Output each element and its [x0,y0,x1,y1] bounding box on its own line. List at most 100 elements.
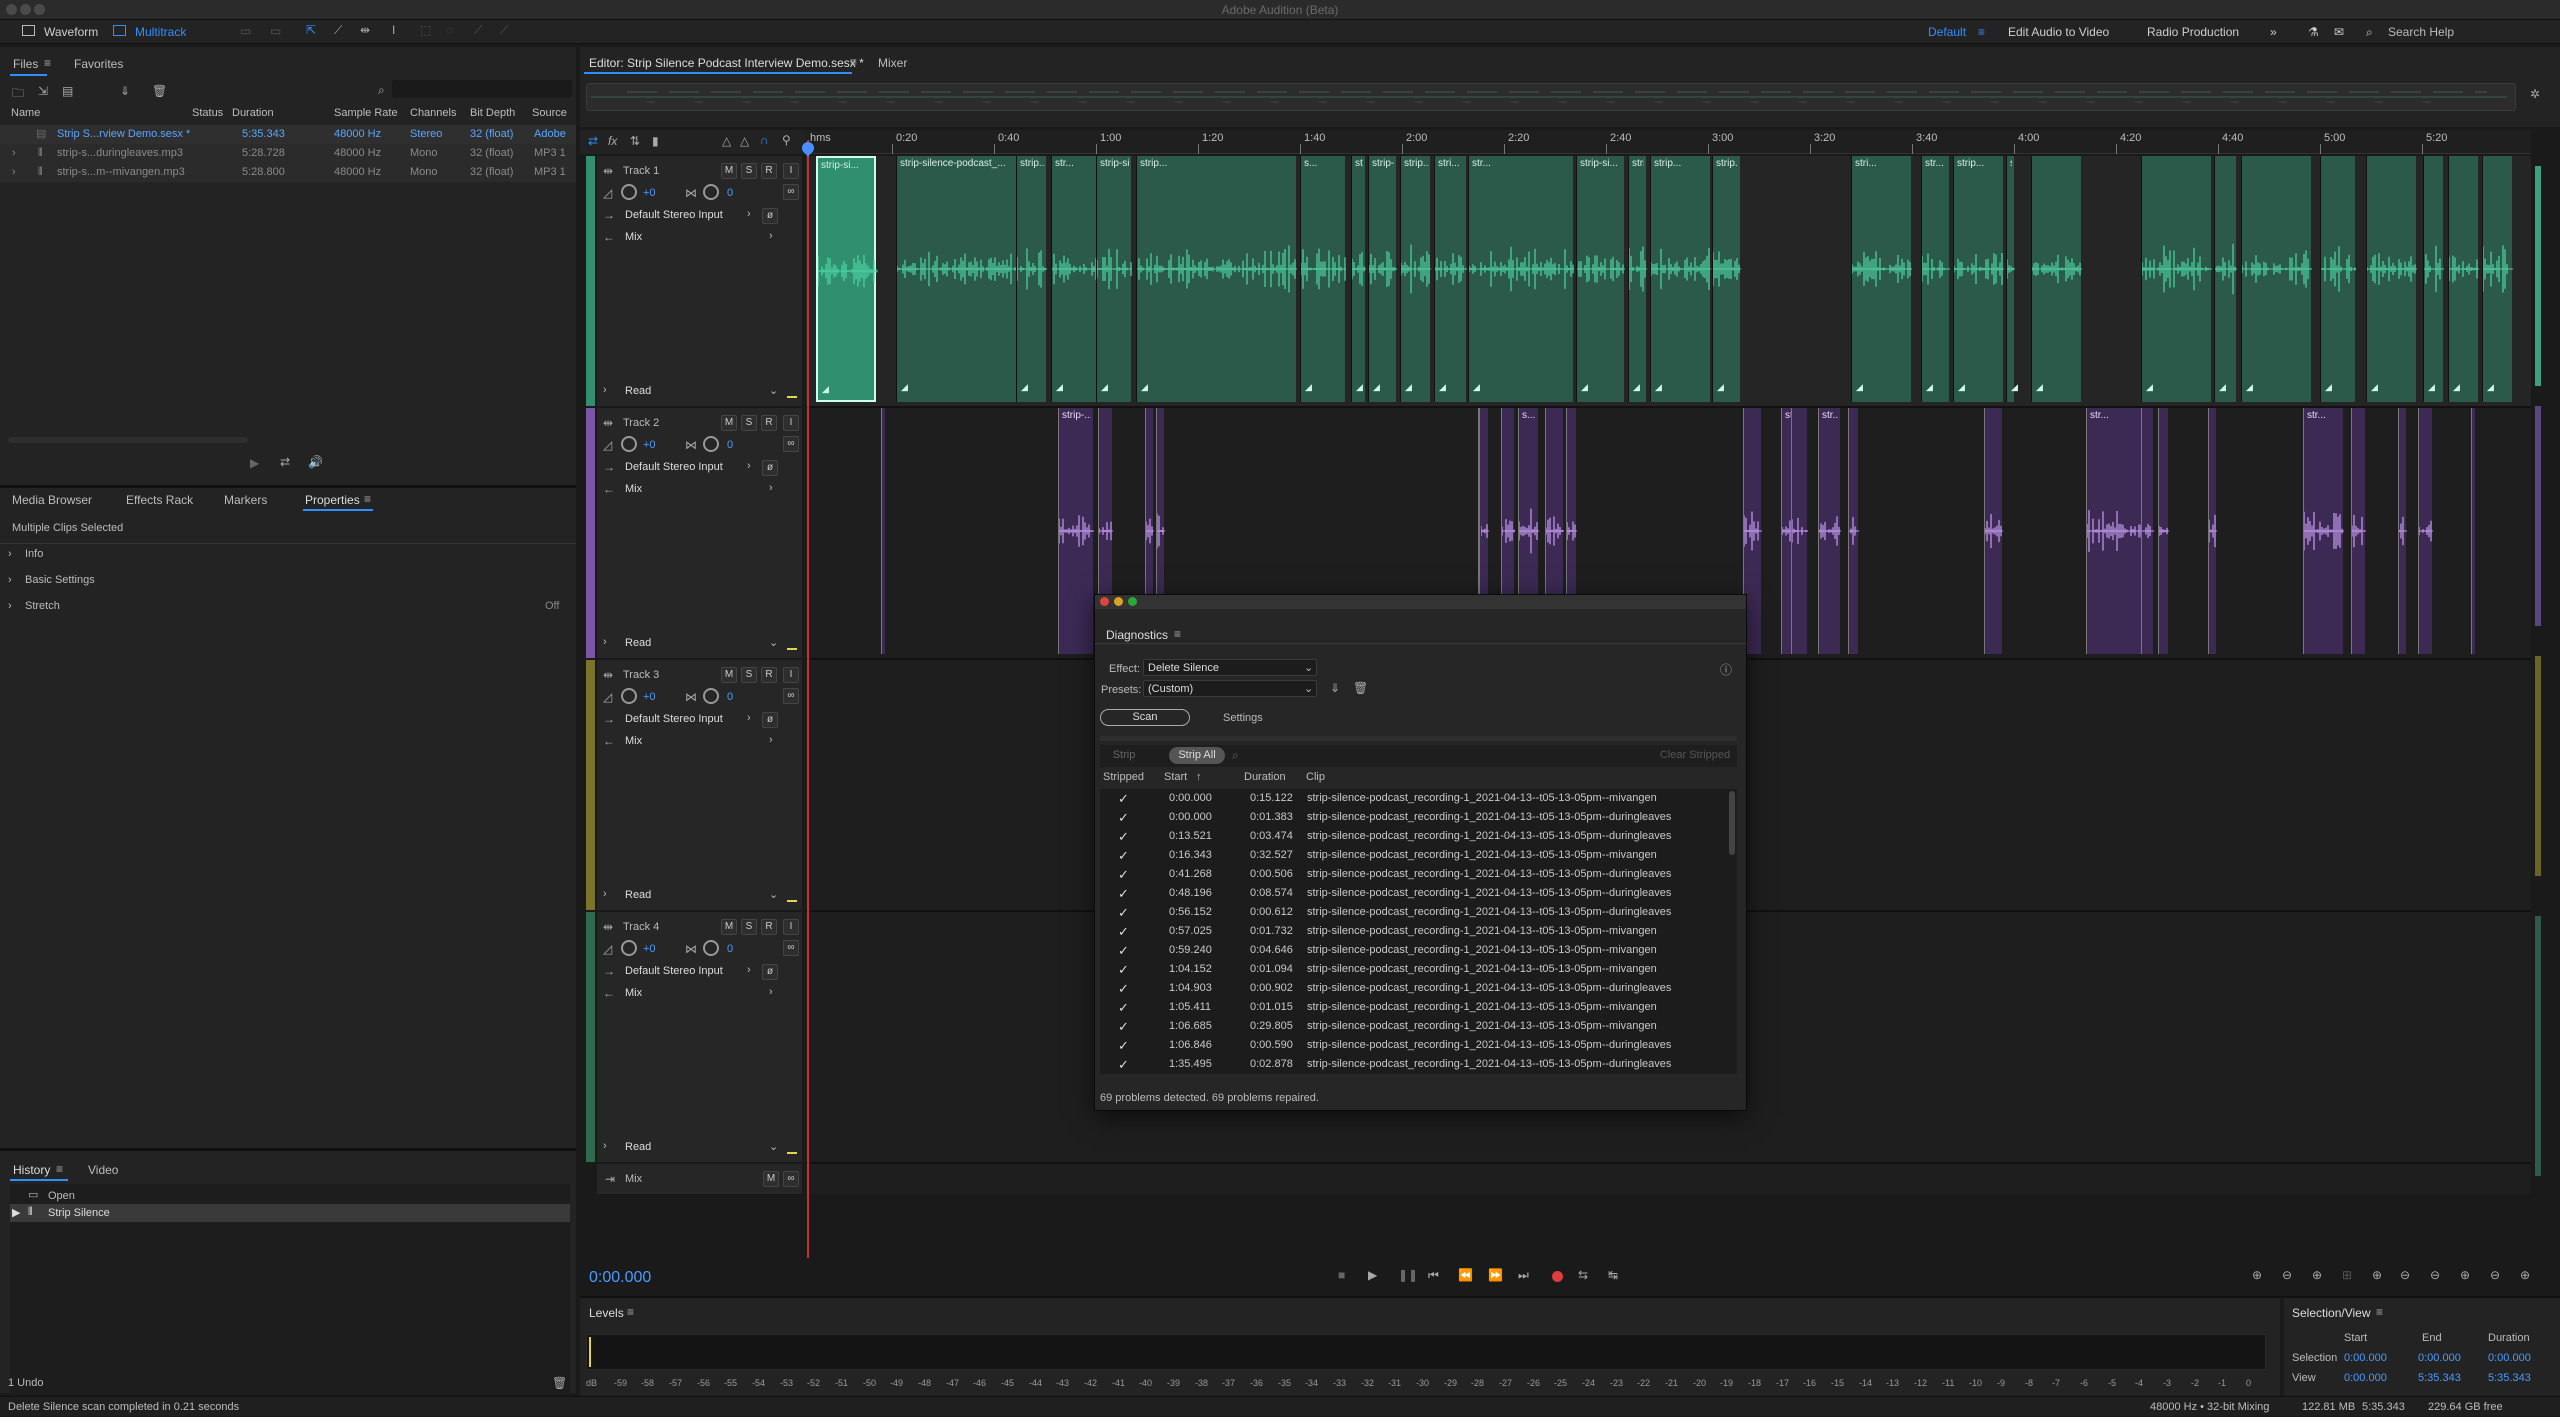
zoom-in-amplitude-icon[interactable]: ⊕ [2252,1268,2262,1282]
audio-clip[interactable]: str... [2086,408,2142,654]
monitor-input-button[interactable]: I [783,667,799,683]
zoom-selection-icon[interactable]: ⊞ [2342,1268,2352,1282]
stereo-link-button[interactable]: ∞ [783,436,799,452]
workspace-radio-production[interactable]: Radio Production [2147,23,2239,41]
check-icon[interactable]: ✓ [1118,1036,1129,1055]
selview-menu-icon[interactable]: ≡ [2376,1305,2383,1319]
tab-markers[interactable]: Markers [224,493,267,507]
editor-menu-icon[interactable]: ≡ [850,55,857,69]
files-scrollbar[interactable] [8,437,248,443]
time-ruler[interactable]: hms 0:20 0:40 1:00 1:20 1:40 2:00 2:20 2:40 3:00 3… [806,130,2531,154]
audio-clip[interactable]: strip... ◢ [1650,156,1711,402]
scan-tab[interactable]: Scan [1100,709,1190,726]
slip-tool-icon[interactable]: ⇹ [360,23,370,37]
feedback-icon[interactable]: ✉ [2334,23,2344,41]
audio-clip[interactable]: ◢ [2241,156,2312,402]
loop-button[interactable]: ⇆ [1578,1268,1588,1282]
table-row[interactable]: ✓ 1:06.846 0:00.590 strip-silence-podcast_r… [1100,1036,1737,1055]
tab-history[interactable]: History [13,1163,50,1177]
input-select[interactable]: Default Stereo Input [625,965,723,977]
automation-mode[interactable]: Read [625,637,651,649]
table-row[interactable]: ✓ 0:48.196 0:08.574 strip-silence-podcast_r… [1100,884,1737,903]
check-icon[interactable]: ✓ [1118,998,1129,1017]
section-info[interactable]: Info [25,548,43,560]
audio-clip[interactable]: ◢ [2448,156,2479,402]
zoom-reset-icon[interactable]: ⊕ [2520,1268,2530,1282]
levels-menu-icon[interactable]: ≡ [627,1305,634,1319]
strip-button[interactable]: Strip [1104,747,1144,764]
diagnostics-menu-icon[interactable]: ≡ [1174,627,1181,641]
workspace-menu-icon[interactable]: ≡ [1978,23,1985,41]
solo-button[interactable]: S [741,919,757,935]
audio-clip[interactable]: strip-si... ◢ [816,156,878,402]
next-button[interactable]: ⏭ [1518,1268,1529,1283]
tab-media-browser[interactable]: Media Browser [12,493,92,507]
audio-clip[interactable]: stri... ◢ [1434,156,1467,402]
delete-preset-icon[interactable]: 🗑 [1353,681,1368,695]
audio-clip[interactable] [1848,408,1859,654]
expand-track-icon[interactable]: › [603,888,607,900]
stereo-link-button[interactable]: ∞ [783,940,799,956]
monitor-input-button[interactable]: I [783,415,799,431]
check-icon[interactable]: ✓ [1118,941,1129,960]
pan-value[interactable]: 0 [727,691,733,703]
track-grip-icon[interactable]: ⇹ [603,416,613,430]
audio-clip[interactable]: ◢ [2482,156,2513,402]
brush-tool-icon[interactable]: ⟋ [474,23,482,38]
more-workspaces-button[interactable]: » [2270,23,2277,41]
stereo-link-button[interactable]: ∞ [783,688,799,704]
automation-mode[interactable]: Read [625,889,651,901]
phase-invert-button[interactable]: ø [762,712,778,728]
volume-knob[interactable] [621,436,637,452]
pan-knob[interactable] [703,688,719,704]
check-icon[interactable]: ✓ [1118,827,1129,846]
check-icon[interactable]: ✓ [1118,960,1129,979]
info-icon[interactable]: ⓘ [1720,661,1732,678]
expand-track-icon[interactable]: › [603,1140,607,1152]
check-icon[interactable]: ✓ [1118,1017,1129,1036]
section-stretch[interactable]: Stretch [25,600,60,612]
pause-button[interactable]: ❚❚ [1398,1268,1418,1282]
audio-clip[interactable] [2418,408,2433,654]
monitor-input-button[interactable]: I [783,919,799,935]
automation-mode[interactable]: Read [625,1141,651,1153]
record-arm-button[interactable]: R [761,919,777,935]
tab-effects-rack[interactable]: Effects Rack [126,493,193,507]
check-icon[interactable]: ✓ [1118,922,1129,941]
pan-value[interactable]: 0 [727,187,733,199]
volume-value[interactable]: +0 [643,691,656,703]
track-name[interactable]: Track 4 [623,921,659,933]
time-selection-tool-icon[interactable]: I [392,23,395,37]
stereo-link-button[interactable]: ∞ [783,184,799,200]
audio-clip[interactable]: str... ◢ [1468,156,1574,402]
audio-clip[interactable] [2471,408,2475,654]
table-row[interactable]: › ⫴ strip-s...duringleaves.mp3 5:28.728 4… [0,144,576,163]
marker-icon[interactable]: ⚲ [782,133,791,147]
properties-menu-icon[interactable]: ≡ [364,492,371,506]
track-name[interactable]: Track 1 [623,165,659,177]
zoom-out-playhead-icon[interactable]: ⊖ [2490,1268,2500,1282]
col-source[interactable]: Source [532,107,567,119]
table-row[interactable]: ▤ Strip S...rview Demo.sesx * 5:35.343 4… [0,125,576,144]
presets-dropdown[interactable]: (Custom) ⌄ [1143,680,1317,697]
input-select[interactable]: Default Stereo Input [625,713,723,725]
table-row[interactable]: ✓ 1:04.152 0:01.094 strip-silence-podcast_r… [1100,960,1737,979]
audio-clip[interactable] [2208,408,2217,654]
check-icon[interactable]: ✓ [1118,903,1129,922]
table-row[interactable]: ✓ 1:04.903 0:00.902 strip-silence-podcast_r… [1100,979,1737,998]
output-select[interactable]: Mix [625,231,642,243]
audio-clip[interactable]: str... ◢ [1921,156,1950,402]
audio-clip[interactable] [1984,408,2003,654]
col-clip[interactable]: Clip [1306,771,1325,783]
audio-clip[interactable] [881,408,885,654]
audio-clip[interactable]: strip... ◢ [1136,156,1297,402]
stop-button[interactable]: ■ [1338,1268,1345,1282]
multitrack-mode-button[interactable]: Multitrack [129,23,192,41]
audio-clip[interactable]: str... [2303,408,2344,654]
col-status[interactable]: Status [192,107,223,119]
audio-clip[interactable]: str... ◢ [1051,156,1097,402]
solo-button[interactable]: S [741,667,757,683]
output-select[interactable]: Mix [625,483,642,495]
check-icon[interactable]: ✓ [1118,1055,1129,1074]
col-duration[interactable]: Duration [232,107,274,119]
